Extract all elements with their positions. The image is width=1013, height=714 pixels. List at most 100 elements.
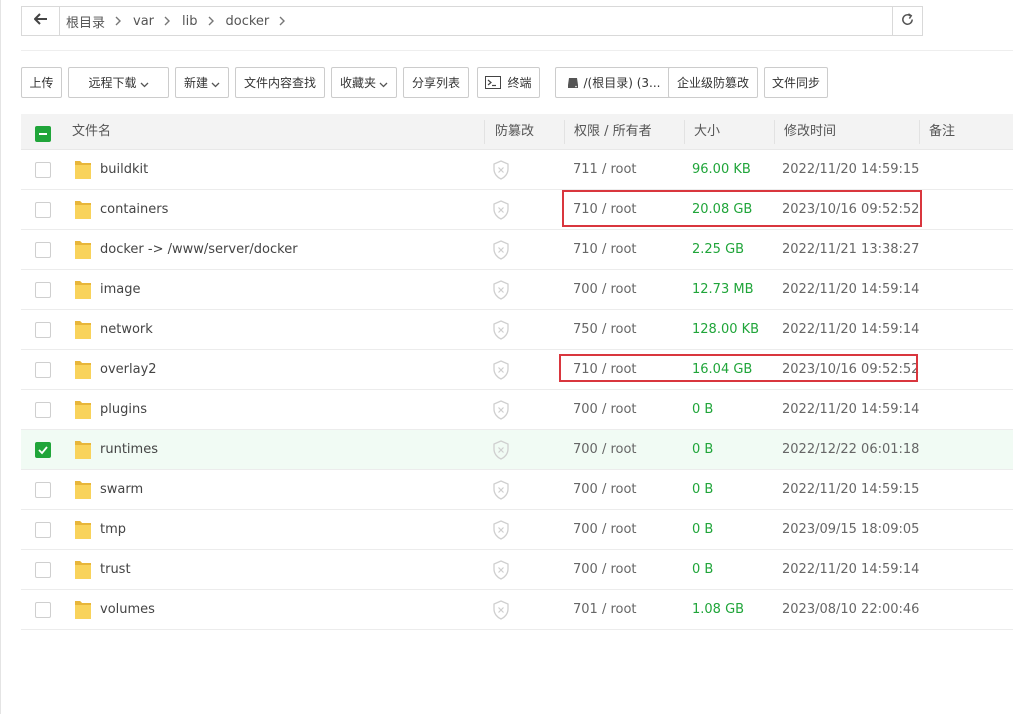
file-name[interactable]: docker -> /www/server/docker [100,230,298,270]
table-row[interactable]: runtimes 700 / root 0 B 2022/12/22 06:01:18 [21,430,1013,470]
folder-icon[interactable] [74,160,92,180]
permission-owner[interactable]: 700 / root [573,470,637,510]
breadcrumb-item-root[interactable]: 根目录 [66,12,111,31]
table-row[interactable]: tmp 700 / root 0 B 2023/09/15 18:09:05 [21,510,1013,550]
shield-icon[interactable] [492,160,510,180]
column-header-mtime[interactable]: 修改时间 [784,114,836,150]
shield-icon[interactable] [492,280,510,300]
folder-icon[interactable] [74,600,92,620]
table-row[interactable]: volumes 701 / root 1.08 GB 2023/08/10 22:00… [21,590,1013,630]
breadcrumb-item-docker[interactable]: docker [226,14,276,29]
folder-icon[interactable] [74,360,92,380]
chevron-right-icon [160,14,174,28]
permission-owner[interactable]: 701 / root [573,590,637,630]
shield-icon[interactable] [492,400,510,420]
row-checkbox[interactable] [35,202,51,218]
file-size: 0 B [692,482,714,497]
permission-owner[interactable]: 750 / root [573,310,637,350]
shield-icon[interactable] [492,240,510,260]
permission-owner[interactable]: 700 / root [573,390,637,430]
file-name[interactable]: image [100,270,141,310]
terminal-button[interactable]: 终端 [477,67,540,98]
row-checkbox[interactable] [35,362,51,378]
file-name[interactable]: trust [100,550,131,590]
file-name[interactable]: buildkit [100,150,148,190]
shield-icon[interactable] [492,360,510,380]
file-name[interactable]: tmp [100,510,126,550]
row-checkbox[interactable] [35,402,51,418]
upload-button[interactable]: 上传 [21,67,62,98]
table-row[interactable]: swarm 700 / root 0 B 2022/11/20 14:59:15 [21,470,1013,510]
tamper-protect-label: 企业级防篡改 [676,76,749,90]
shield-icon[interactable] [492,600,510,620]
shield-icon[interactable] [492,200,510,220]
row-checkbox[interactable] [35,162,51,178]
folder-icon[interactable] [74,320,92,340]
breadcrumb-item-lib[interactable]: lib [182,14,203,29]
folder-icon[interactable] [74,400,92,420]
folder-icon[interactable] [74,240,92,260]
table-row[interactable]: trust 700 / root 0 B 2022/11/20 14:59:14 [21,550,1013,590]
tamper-protect-button[interactable]: 企业级防篡改 [668,67,758,98]
table-row[interactable]: overlay2 710 / root 16.04 GB 2023/10/16 09:… [21,350,1013,390]
shield-icon[interactable] [492,320,510,340]
row-checkbox[interactable] [35,322,51,338]
folder-icon[interactable] [74,560,92,580]
chevron-right-icon [204,14,218,28]
folder-icon[interactable] [74,520,92,540]
file-name[interactable]: plugins [100,390,147,430]
file-name[interactable]: containers [100,190,168,230]
remote-download-button[interactable]: 远程下载 [68,67,169,98]
table-row[interactable]: plugins 700 / root 0 B 2022/11/20 14:59:14 [21,390,1013,430]
breadcrumb-item-var[interactable]: var [133,14,160,29]
folder-icon[interactable] [74,480,92,500]
table-row[interactable]: network 750 / root 128.00 KB 2022/11/20 14:… [21,310,1013,350]
row-checkbox[interactable] [35,562,51,578]
content-search-button[interactable]: 文件内容查找 [235,67,325,98]
share-list-button[interactable]: 分享列表 [403,67,469,98]
file-name[interactable]: runtimes [100,430,158,470]
select-all-checkbox[interactable] [35,126,51,142]
permission-owner[interactable]: 700 / root [573,510,637,550]
row-checkbox[interactable] [35,282,51,298]
file-name[interactable]: overlay2 [100,350,157,390]
table-row[interactable]: docker -> /www/server/docker 710 / root 2.… [21,230,1013,270]
path-bar: 根目录 var lib docker [21,6,923,36]
shield-icon[interactable] [492,560,510,580]
permission-owner[interactable]: 700 / root [573,270,637,310]
chevron-down-icon [379,78,388,88]
permission-owner[interactable]: 711 / root [573,150,637,190]
permission-owner[interactable]: 710 / root [573,350,637,390]
new-button[interactable]: 新建 [175,67,229,98]
file-name[interactable]: network [100,310,153,350]
table-row[interactable]: image 700 / root 12.73 MB 2022/11/20 14:59:… [21,270,1013,310]
row-checkbox[interactable] [35,602,51,618]
row-checkbox[interactable] [35,442,51,458]
column-header-name[interactable]: 文件名 [72,114,111,150]
shield-icon[interactable] [492,480,510,500]
shield-icon[interactable] [492,520,510,540]
table-row[interactable]: containers 710 / root 20.08 GB 2023/10/16 0… [21,190,1013,230]
refresh-button[interactable] [892,7,922,35]
table-row[interactable]: buildkit 711 / root 96.00 KB 2022/11/20 14:… [21,150,1013,190]
file-name[interactable]: volumes [100,590,155,630]
permission-owner[interactable]: 700 / root [573,550,637,590]
permission-owner[interactable]: 710 / root [573,190,637,230]
row-checkbox[interactable] [35,242,51,258]
folder-icon[interactable] [74,440,92,460]
column-header-size[interactable]: 大小 [694,114,720,150]
permission-owner[interactable]: 700 / root [573,430,637,470]
permission-owner[interactable]: 710 / root [573,230,637,270]
favorites-button[interactable]: 收藏夹 [331,67,397,98]
file-name[interactable]: swarm [100,470,143,510]
back-button[interactable] [22,7,60,35]
column-header-perm-owner[interactable]: 权限 / 所有者 [574,114,652,150]
folder-icon[interactable] [74,280,92,300]
disk-button[interactable]: /(根目录) (3... [555,67,672,98]
folder-icon[interactable] [74,200,92,220]
file-sync-button[interactable]: 文件同步 [764,67,828,98]
row-checkbox[interactable] [35,522,51,538]
file-size: 0 B [692,562,714,577]
row-checkbox[interactable] [35,482,51,498]
shield-icon[interactable] [492,440,510,460]
